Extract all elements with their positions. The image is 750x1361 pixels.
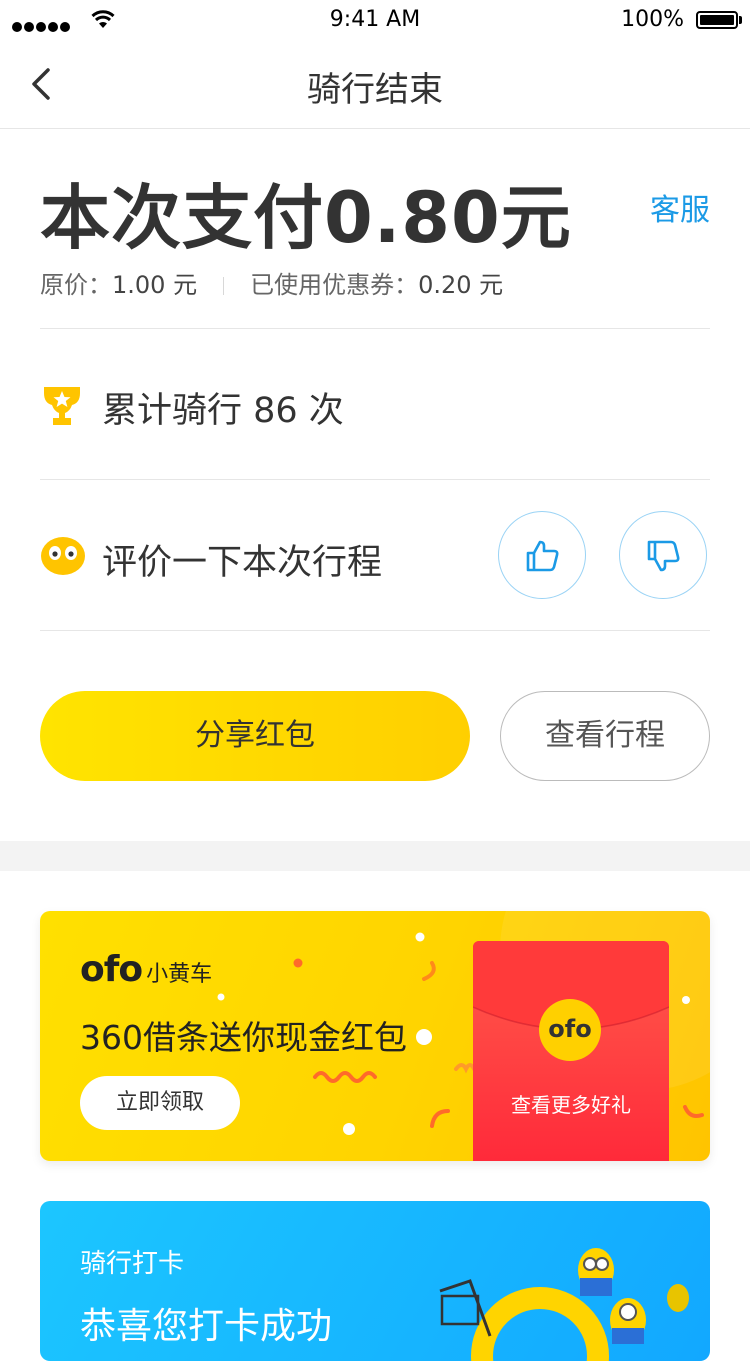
ride-count: 累计骑行 86 次 [102, 391, 344, 431]
checkin-big-title: 恭喜您打卡成功 [80, 1306, 333, 1347]
divider [40, 479, 710, 480]
battery-percent: 100% [621, 7, 684, 32]
ofo-brand: ofo 小黄车 [80, 949, 212, 990]
brand-name: 小黄车 [146, 962, 213, 987]
checkin-banner[interactable]: 骑行打卡 恭喜您打卡成功 [40, 1201, 710, 1361]
minion-bike-illustration [439, 1248, 689, 1361]
red-envelope[interactable]: ofo 查看更多好礼 [473, 941, 669, 1161]
rating-prompt: 评价一下本次行程 [102, 543, 383, 583]
divider [40, 328, 710, 329]
claim-now-button[interactable]: 立即领取 [80, 1076, 240, 1130]
page-title: 骑行结束 [307, 70, 443, 110]
thumbs-up-button[interactable] [498, 511, 586, 599]
payment-amount-title: 本次支付0.80元 [40, 177, 572, 259]
battery-tip [739, 16, 742, 24]
section-separator [0, 841, 750, 871]
battery-icon [696, 11, 738, 29]
original-price-value: 1.00 元 [112, 271, 198, 299]
smiley-icon [41, 537, 85, 575]
envelope-text: 查看更多好礼 [511, 1093, 631, 1117]
view-trip-button[interactable]: 查看行程 [500, 691, 710, 781]
customer-service-link[interactable]: 客服 [650, 185, 710, 229]
thumbs-down-icon [647, 540, 680, 572]
promo-banner[interactable]: ofo 小黄车 360借条送你现金红包 立即领取 ofo 查看更多好礼 [40, 911, 710, 1161]
coupon-label: 已使用优惠券： [250, 271, 419, 299]
thumbs-up-icon [526, 540, 559, 572]
coupon-value: 0.20 元 [418, 271, 504, 299]
trophy-icon [44, 387, 80, 425]
share-red-packet-button[interactable]: 分享红包 [40, 691, 470, 781]
nav-bar: 骑行结束 [0, 40, 750, 129]
thumbs-down-button[interactable] [619, 511, 707, 599]
ofo-logo: ofo [80, 949, 143, 990]
divider [40, 630, 710, 631]
checkin-small-title: 骑行打卡 [80, 1249, 185, 1279]
status-bar: 9:41 AM 100% [0, 0, 750, 40]
promo-headline: 360借条送你现金红包 [80, 1018, 407, 1057]
price-separator [223, 277, 225, 295]
original-price-label: 原价： [40, 271, 112, 299]
envelope-ofo-logo: ofo [539, 999, 601, 1061]
price-details: 原价：1.00 元 已使用优惠券：0.20 元 [40, 265, 503, 300]
